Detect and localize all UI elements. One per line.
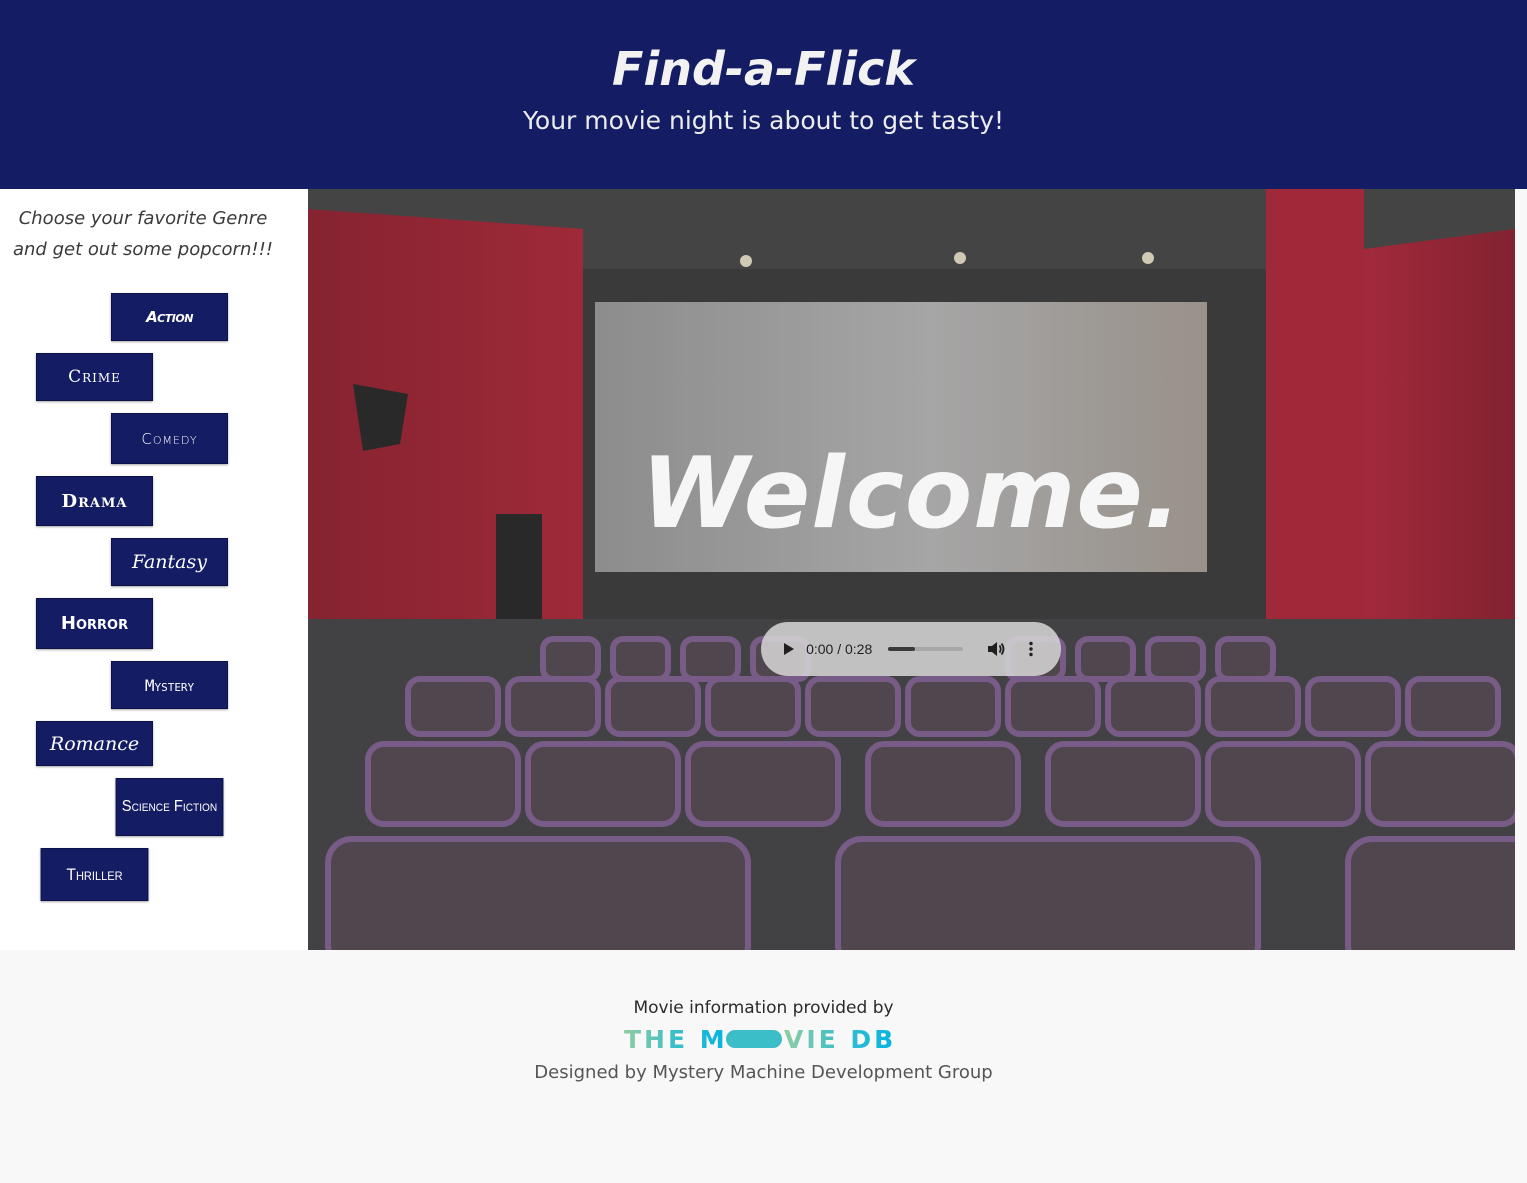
play-icon[interactable] xyxy=(783,642,796,656)
site-footer: Movie information provided by THE M VIE … xyxy=(0,950,1527,1183)
site-header: Find-a-Flick Your movie night is about t… xyxy=(0,0,1527,189)
genre-sidebar: Choose your favorite Genre and get out s… xyxy=(0,189,308,950)
genre-button-horror[interactable]: Horror xyxy=(36,598,153,649)
svg-text:VIE DB: VIE DB xyxy=(784,1025,894,1053)
genre-button-science-fiction[interactable]: Science Fiction xyxy=(115,778,224,836)
audio-seek-bar[interactable] xyxy=(888,647,963,651)
audio-seek-fill xyxy=(888,647,916,651)
site-tagline: Your movie night is about to get tasty! xyxy=(522,106,1005,135)
genre-button-action[interactable]: Action xyxy=(111,293,228,341)
genre-button-thriller[interactable]: Thriller xyxy=(40,848,149,901)
genre-button-drama[interactable]: Drama xyxy=(36,476,153,526)
genre-button-fantasy[interactable]: Fantasy xyxy=(111,538,228,586)
tmdb-credit: Movie information provided by xyxy=(633,998,894,1018)
volume-icon[interactable] xyxy=(987,641,1005,657)
genre-button-crime[interactable]: Crime xyxy=(36,353,153,401)
audio-time-readout: 0:00 / 0:28 xyxy=(806,641,873,657)
welcome-heading: Welcome. xyxy=(640,437,1183,551)
sidebar-intro: Choose your favorite Genre and get out s… xyxy=(12,208,273,260)
welcome-hero: Welcome. 0:00 / 0:28 xyxy=(308,189,1515,950)
cinema-background-image xyxy=(308,189,1515,950)
genre-button-romance[interactable]: Romance xyxy=(36,721,153,766)
designed-by: Designed by Mystery Machine Development … xyxy=(534,1062,993,1083)
audio-player[interactable]: 0:00 / 0:28 xyxy=(761,622,1061,676)
svg-text:THE M: THE M xyxy=(624,1025,728,1053)
more-vertical-icon[interactable] xyxy=(1023,641,1039,657)
site-title: Find-a-Flick xyxy=(612,42,915,96)
genre-button-mystery[interactable]: Mystery xyxy=(111,661,228,709)
genre-button-comedy[interactable]: Comedy xyxy=(111,413,228,464)
tmdb-logo[interactable]: THE M VIE DB xyxy=(624,1025,894,1053)
